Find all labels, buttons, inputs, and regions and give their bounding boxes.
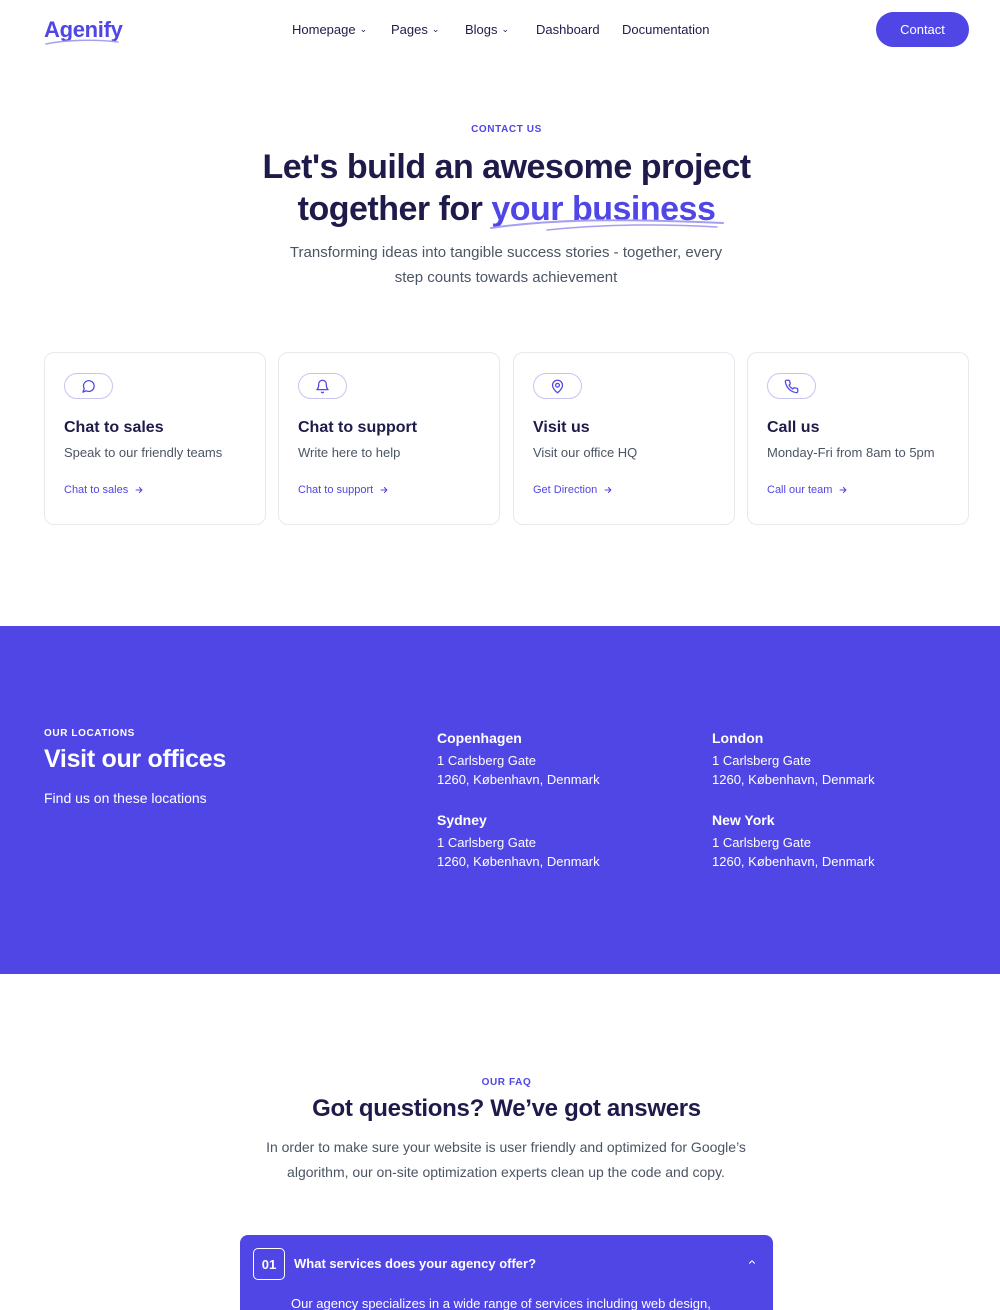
hero-subtitle: Transforming ideas into tangible success… (289, 244, 723, 286)
office-city: New York (712, 812, 775, 828)
faq-number-badge: 01 (253, 1248, 285, 1280)
chat-bubble-icon (64, 373, 113, 399)
call-our-team-link[interactable]: Call our team (767, 484, 848, 496)
faq-answer: Our agency specializes in a wide range o… (291, 1296, 711, 1310)
office-city: Copenhagen (437, 730, 522, 746)
contact-cards: Chat to sales Speak to our friendly team… (44, 352, 970, 525)
contact-button[interactable]: Contact (876, 12, 969, 47)
get-direction-link[interactable]: Get Direction (533, 484, 613, 496)
nav-item-dashboard[interactable]: Dashboard (536, 22, 622, 37)
bell-icon (298, 373, 347, 399)
card-call-us: Call us Monday-Fri from 8am to 5pm Call … (747, 352, 969, 525)
locations-subtitle: Find us on these locations (44, 790, 207, 806)
nav-item-blogs[interactable]: Blogs ⌄ (465, 22, 536, 37)
chevron-up-icon[interactable] (747, 1257, 757, 1270)
arrow-right-icon (839, 486, 847, 494)
arrow-right-icon (380, 486, 388, 494)
nav-item-pages[interactable]: Pages ⌄ (391, 22, 465, 37)
office-london: London 1 Carlsberg Gate 1260, København,… (712, 730, 942, 789)
chevron-down-icon: ⌄ (359, 24, 368, 34)
office-street: 1 Carlsberg Gate (437, 835, 536, 850)
arrow-right-icon (135, 486, 143, 494)
nav-item-label: Pages (391, 22, 428, 37)
faq-subtitle: In order to make sure your website is us… (266, 1139, 746, 1180)
link-label: Get Direction (533, 484, 598, 496)
hero-eyebrow: CONTACT US (471, 124, 542, 135)
chat-to-sales-link[interactable]: Chat to sales (64, 484, 144, 496)
faq-item-expanded[interactable]: 01 What services does your agency offer?… (240, 1235, 773, 1310)
hero-title-highlight: your business (490, 188, 725, 231)
link-label: Chat to support (298, 484, 374, 496)
office-street: 1 Carlsberg Gate (712, 753, 811, 768)
link-label: Call our team (767, 484, 833, 496)
locations-eyebrow: OUR LOCATIONS (44, 728, 135, 739)
highlight-underline-swash (490, 219, 725, 231)
faq-title: Got questions? We’ve got answers (312, 1095, 701, 1122)
office-sydney: Sydney 1 Carlsberg Gate 1260, København,… (437, 812, 667, 871)
chevron-down-icon: ⌄ (501, 24, 510, 34)
card-visit-us: Visit us Visit our office HQ Get Directi… (513, 352, 735, 525)
card-title: Chat to support (298, 419, 418, 436)
nav-item-documentation[interactable]: Documentation (622, 22, 709, 37)
office-city: Sydney (437, 812, 487, 828)
office-new-york: New York 1 Carlsberg Gate 1260, Københav… (712, 812, 942, 871)
nav-menu: Homepage ⌄ Pages ⌄ Blogs ⌄ Dashboard Docume… (292, 22, 709, 37)
card-title: Visit us (533, 419, 590, 436)
card-chat-sales: Chat to sales Speak to our friendly team… (44, 352, 266, 525)
nav-item-homepage[interactable]: Homepage ⌄ (292, 22, 391, 37)
chat-to-support-link[interactable]: Chat to support (298, 484, 389, 496)
card-description: Visit our office HQ (533, 445, 638, 460)
office-postal: 1260, København, Denmark (437, 772, 600, 787)
hero-title-prefix: together for (297, 190, 483, 228)
card-description: Monday-Fri from 8am to 5pm (767, 445, 935, 460)
office-postal: 1260, København, Denmark (712, 854, 875, 869)
office-street: 1 Carlsberg Gate (437, 753, 536, 768)
nav-item-label: Homepage (292, 22, 356, 37)
faq-eyebrow: OUR FAQ (481, 1077, 532, 1088)
logo-underline-swash (45, 39, 119, 45)
card-title: Chat to sales (64, 419, 164, 436)
office-city: London (712, 730, 764, 746)
nav-item-label: Dashboard (536, 22, 600, 37)
nav-item-label: Blogs (465, 22, 498, 37)
locations-title: Visit our offices (44, 745, 226, 773)
office-postal: 1260, København, Denmark (437, 854, 600, 869)
link-label: Chat to sales (64, 484, 129, 496)
office-street: 1 Carlsberg Gate (712, 835, 811, 850)
map-pin-icon (533, 373, 582, 399)
top-navigation: Agenify Homepage ⌄ Pages ⌄ Blogs ⌄ Dashboar… (0, 0, 1000, 60)
hero-title: Let's build an awesome project together … (0, 146, 1000, 231)
nav-item-label: Documentation (622, 22, 710, 37)
locations-section: OUR LOCATIONS Visit our offices Find us … (0, 626, 1000, 974)
hero-title-line1: Let's build an awesome project (262, 148, 751, 186)
phone-icon (767, 373, 816, 399)
card-title: Call us (767, 419, 820, 436)
chevron-down-icon: ⌄ (431, 24, 440, 34)
card-description: Speak to our friendly teams (64, 445, 223, 460)
office-copenhagen: Copenhagen 1 Carlsberg Gate 1260, Københ… (437, 730, 667, 789)
office-postal: 1260, København, Denmark (712, 772, 875, 787)
faq-question: What services does your agency offer? (294, 1256, 537, 1271)
card-chat-support: Chat to support Write here to help Chat … (278, 352, 500, 525)
card-description: Write here to help (298, 445, 401, 460)
arrow-right-icon (604, 486, 612, 494)
